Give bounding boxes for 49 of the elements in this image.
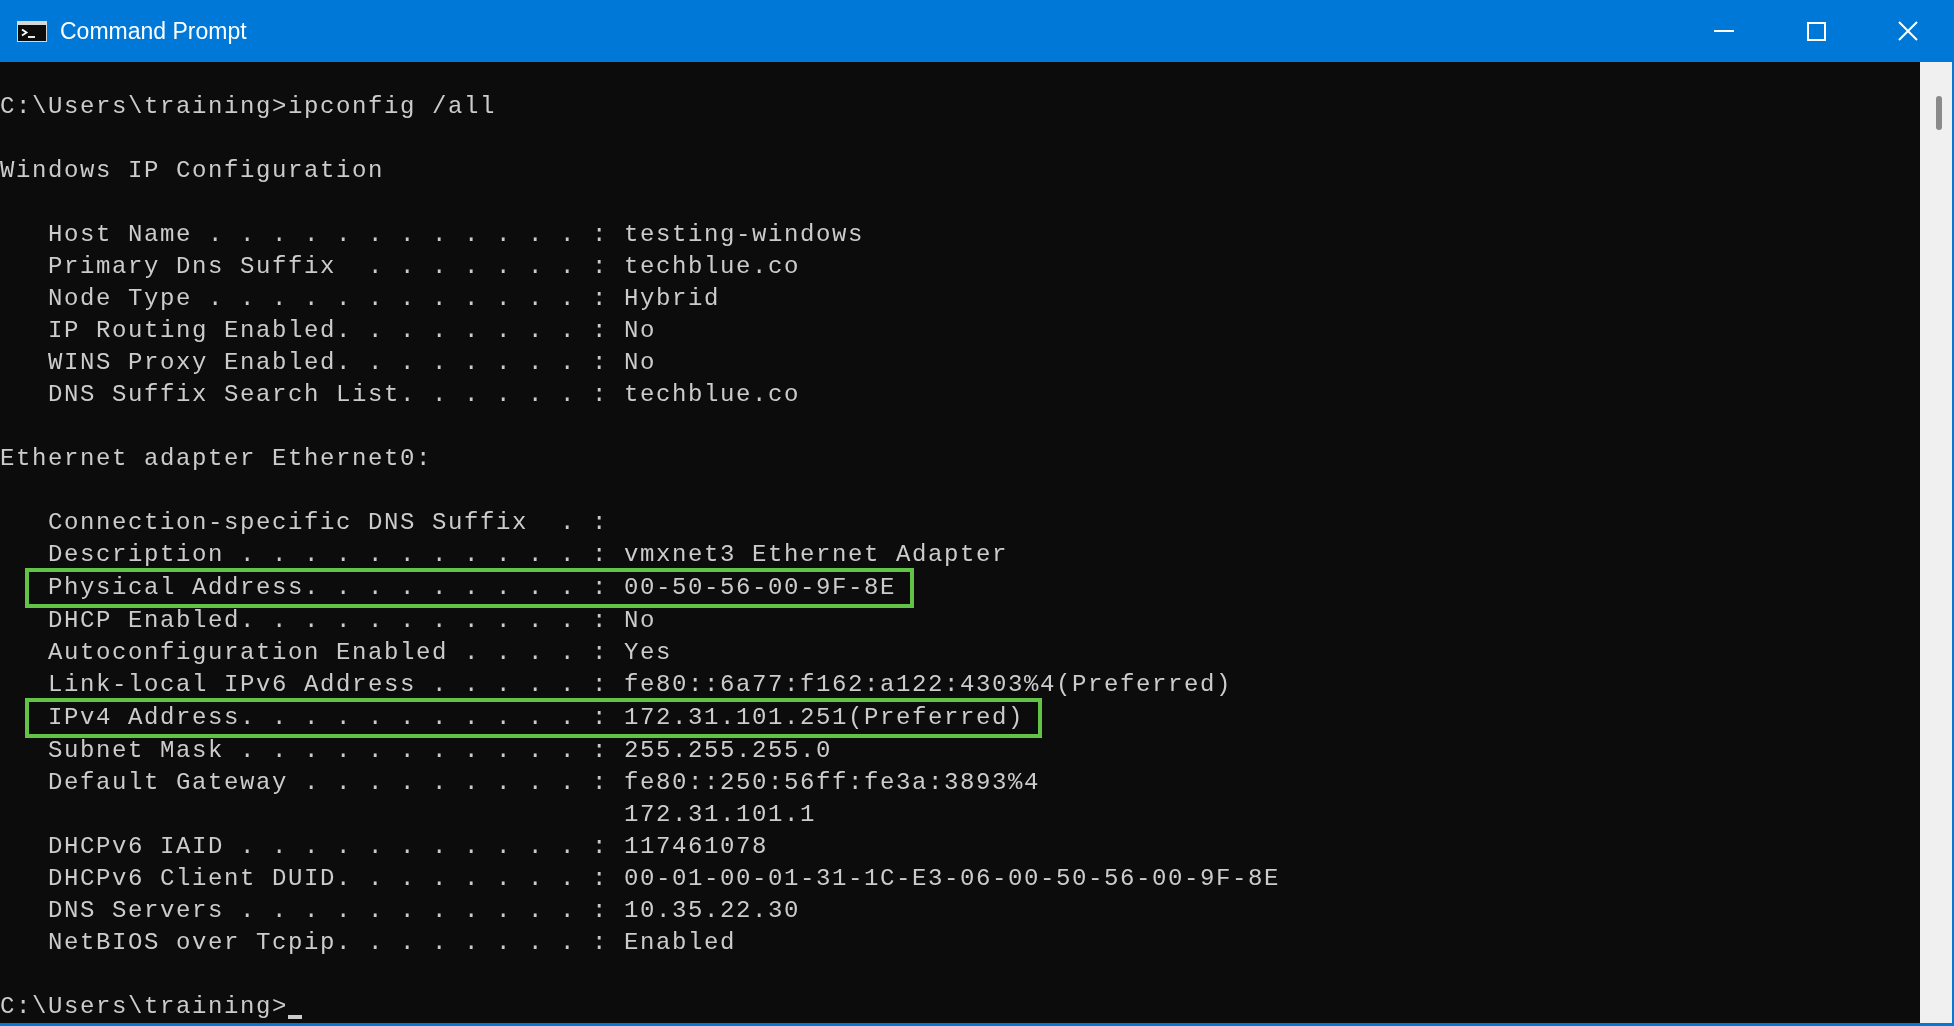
field-label: Description . . . . . . . . . . . : [48,542,609,568]
field-label: DHCP Enabled. . . . . . . . . . . : [48,608,609,634]
field-value: 10.35.22.30 [624,898,801,924]
field-label: Physical Address. . . . . . . . . : [48,575,609,601]
field-label: Autoconfiguration Enabled . . . . : [48,640,609,666]
field-label: NetBIOS over Tcpip. . . . . . . . : [48,930,609,956]
field-value: 117461078 [624,834,769,860]
field-label: DNS Suffix Search List. . . . . . : [48,382,609,408]
field-value: 00-50-56-00-9F-8E [624,575,897,601]
field-label: Default Gateway . . . . . . . . . : [48,770,609,796]
close-icon [1898,21,1918,41]
field-value: No [624,608,656,634]
field-value: 00-01-00-01-31-1C-E3-06-00-50-56-00-9F-8E [624,866,1281,892]
field-value: techblue.co [624,254,801,280]
output-text: Windows IP Configuration [0,158,385,184]
field-value: No [624,350,656,376]
field-label: DHCPv6 Client DUID. . . . . . . . : [48,866,609,892]
minimize-icon [1714,30,1734,32]
field-label: Subnet Mask . . . . . . . . . . . : [48,738,609,764]
prompt-text: C:\Users\training> [0,994,289,1020]
field-value: fe80::6a77:f162:a122:4303%4(Preferred) [624,672,1233,698]
field-label: IPv4 Address. . . . . . . . . . . : [48,705,609,731]
field-label: Link-local IPv6 Address . . . . . : [48,672,609,698]
maximize-icon [1806,21,1826,41]
field-value: 172.31.101.251(Preferred) [624,705,1025,731]
field-label: DHCPv6 IAID . . . . . . . . . . . : [48,834,609,860]
field-value: 172.31.101.1 [624,802,817,828]
field-value: No [624,318,656,344]
prompt-text: C:\Users\training>ipconfig /all [0,94,497,120]
field-value: techblue.co [624,382,801,408]
field-value: fe80::250:56ff:fe3a:3893%4 [624,770,1041,796]
field-value: Hybrid [624,286,720,312]
terminal-icon[interactable] [17,20,47,42]
field-label: Primary Dns Suffix . . . . . . . : [48,254,609,280]
field-value: 255.255.255.0 [624,738,833,764]
field-value: vmxnet3 Ethernet Adapter [624,542,1009,568]
field-label: WINS Proxy Enabled. . . . . . . . : [48,350,609,376]
scrollbar[interactable] [1920,62,1952,1023]
field-label: Connection-specific DNS Suffix . : [48,510,609,536]
scrollbar-thumb[interactable] [1936,96,1942,130]
window-title: Command Prompt [60,17,247,45]
field-value: testing-windows [624,222,865,248]
field-value: Enabled [624,930,737,956]
field-label: Host Name . . . . . . . . . . . . : [48,222,609,248]
field-label: IP Routing Enabled. . . . . . . . : [48,318,609,344]
field-label: DNS Servers . . . . . . . . . . . : [48,898,609,924]
field-value: Yes [624,640,672,666]
output-text: Ethernet adapter Ethernet0: [0,446,433,472]
field-label: Node Type . . . . . . . . . . . . : [48,286,609,312]
